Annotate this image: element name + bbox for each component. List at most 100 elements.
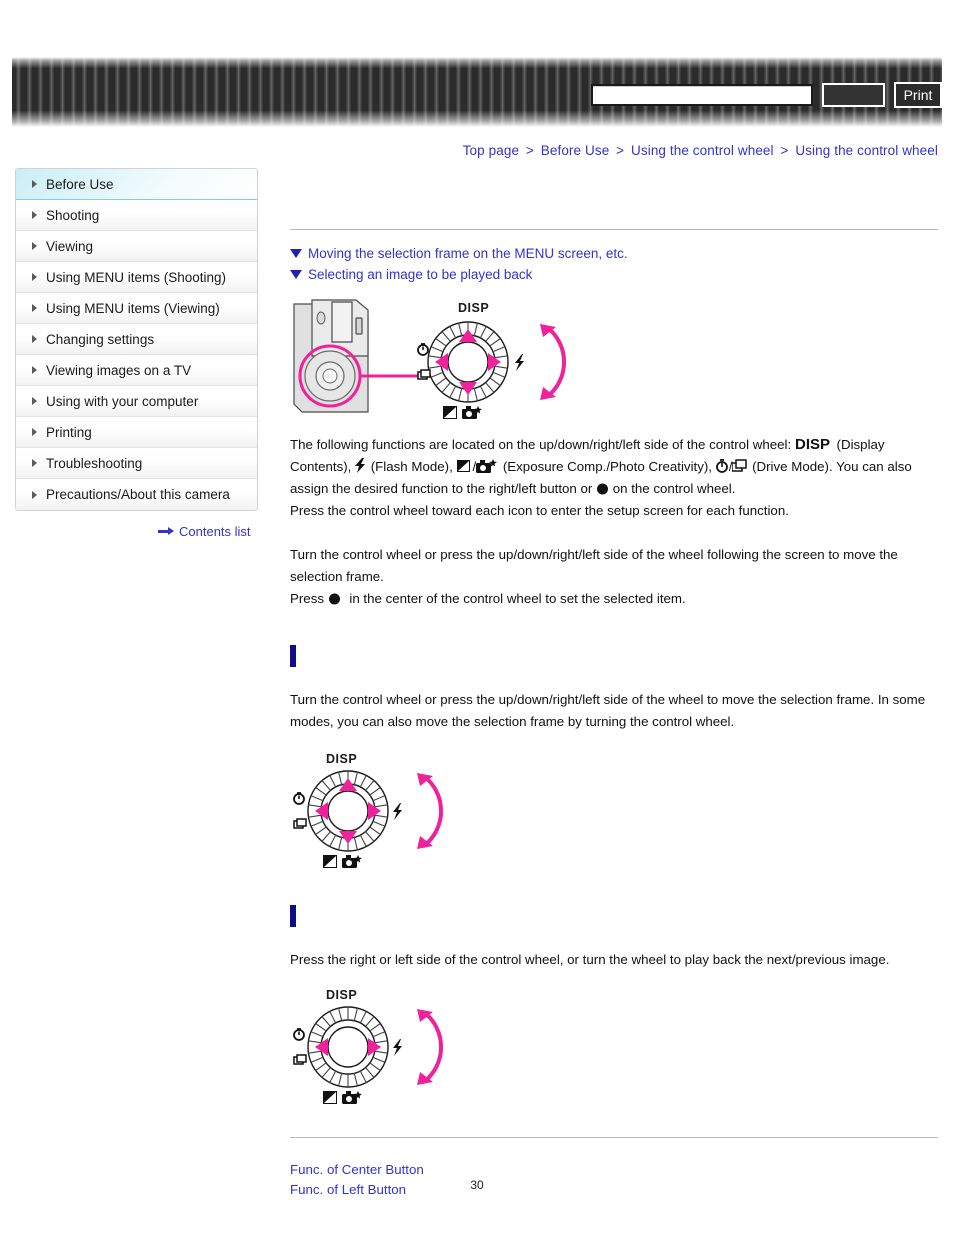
intro-paragraph-4-a: Press <box>290 591 328 606</box>
anchor-link-label: Moving the selection frame on the MENU s… <box>308 246 628 261</box>
exposure-comp-icon <box>323 1091 337 1104</box>
triangle-down-icon <box>290 270 302 279</box>
sidebar-item-printing[interactable]: Printing <box>16 417 257 448</box>
section-marker-bar <box>290 905 296 927</box>
photo-creativity-icon <box>342 855 362 868</box>
breadcrumb-item-top-page[interactable]: Top page <box>463 143 519 158</box>
intro-paragraph-4: Press in the center of the control wheel… <box>290 588 938 610</box>
drive-mode-icon <box>731 459 748 472</box>
sidebar-item-using-with-your-computer[interactable]: Using with your computer <box>16 386 257 417</box>
sidebar-item-label: Using MENU items (Viewing) <box>46 300 220 316</box>
page-number: 30 <box>470 1178 484 1192</box>
exposure-comp-icon <box>323 855 337 868</box>
sidebar-item-using-menu-items-shooting[interactable]: Using MENU items (Shooting) <box>16 262 257 293</box>
photo-creativity-icon <box>462 406 482 419</box>
breadcrumb: Top page > Before Use > Using the contro… <box>463 143 938 158</box>
anchor-link-selecting-an-image[interactable]: Selecting an image to be played back <box>290 267 938 282</box>
anchor-link-label: Selecting an image to be played back <box>308 267 533 282</box>
intro-text-a: The following functions are located on t… <box>290 437 795 452</box>
center-button-icon <box>597 483 609 495</box>
contents-list-label: Contents list <box>179 524 251 539</box>
wheel-rotation-arrow <box>423 1011 443 1083</box>
intro-text-c: (Flash Mode), <box>367 459 457 474</box>
section-1-paragraph: Turn the control wheel or press the up/d… <box>290 692 926 729</box>
drive-mode-icon <box>293 1054 307 1065</box>
self-timer-icon <box>293 792 305 805</box>
center-button-icon <box>328 593 340 605</box>
contents-list-link[interactable]: Contents list <box>158 524 251 539</box>
search-input[interactable] <box>591 84 813 106</box>
triangle-down-icon <box>290 249 302 258</box>
self-timer-icon <box>417 343 429 356</box>
intro-paragraph-1: The following functions are located on t… <box>290 434 938 500</box>
chevron-right-icon <box>32 180 37 188</box>
section-heading-selecting-an-image <box>290 905 938 927</box>
breadcrumb-item-using-the-control-wheel[interactable]: Using the control wheel <box>631 143 774 158</box>
disp-icon: DISP <box>795 436 830 453</box>
chevron-right-icon <box>32 490 37 499</box>
breadcrumb-separator: > <box>616 143 625 158</box>
sidebar-nav: Before Use Shooting Viewing Using MENU i… <box>15 168 258 511</box>
chevron-right-icon <box>32 366 37 374</box>
sidebar-item-shooting[interactable]: Shooting <box>16 200 257 231</box>
section-marker-bar <box>290 645 296 667</box>
search-button[interactable] <box>822 83 885 107</box>
intro-paragraph-3: Turn the control wheel or press the up/d… <box>290 547 898 584</box>
chevron-right-icon <box>32 242 37 250</box>
intro-text-d: (Exposure Comp./Photo Creativity), <box>499 459 716 474</box>
intro-text-f: on the control wheel. <box>609 481 736 496</box>
control-wheel-illustration-2: DISP <box>293 752 443 868</box>
sidebar-item-using-menu-items-viewing[interactable]: Using MENU items (Viewing) <box>16 293 257 324</box>
wheel-rotation-arrow <box>423 775 443 847</box>
figure-camera-and-control-wheel: DISP <box>290 296 938 426</box>
section-heading-moving-the-selection-frame <box>290 645 938 667</box>
sidebar-item-troubleshooting[interactable]: Troubleshooting <box>16 448 257 479</box>
flash-icon <box>393 803 402 820</box>
print-button[interactable]: Print <box>894 82 942 108</box>
sidebar-item-viewing[interactable]: Viewing <box>16 231 257 262</box>
anchor-link-moving-the-selection-frame[interactable]: Moving the selection frame on the MENU s… <box>290 246 938 261</box>
figure-control-wheel-selection: DISP <box>290 749 938 879</box>
sidebar-item-precautions-about-this-camera[interactable]: Precautions/About this camera <box>16 479 257 510</box>
drive-mode-icon <box>417 369 431 380</box>
chevron-right-icon <box>32 335 37 343</box>
breadcrumb-item-before-use[interactable]: Before Use <box>541 143 610 158</box>
header-controls: Print <box>591 82 942 108</box>
svg-text:DISP: DISP <box>458 301 489 315</box>
chevron-right-icon <box>32 397 37 405</box>
top-divider <box>290 229 938 230</box>
sidebar-item-label: Using with your computer <box>46 393 199 409</box>
sidebar-item-label: Shooting <box>46 207 100 223</box>
photo-creativity-icon <box>476 459 498 473</box>
breadcrumb-separator: > <box>780 143 789 158</box>
section-2-paragraph: Press the right or left side of the cont… <box>290 952 890 967</box>
photo-creativity-icon <box>342 1091 362 1104</box>
link-func-of-center-button[interactable]: Func. of Center Button <box>290 1160 938 1180</box>
anchor-link-list: Moving the selection frame on the MENU s… <box>290 246 938 282</box>
svg-text:DISP: DISP <box>326 988 357 1002</box>
sidebar-item-label: Printing <box>46 424 92 440</box>
chevron-right-icon <box>32 273 37 281</box>
figure-control-wheel-playback: DISP <box>290 985 938 1115</box>
main-content: Moving the selection frame on the MENU s… <box>290 168 938 1200</box>
intro-paragraph-4-b: in the center of the control wheel to se… <box>345 591 686 606</box>
svg-text:DISP: DISP <box>326 752 357 766</box>
flash-icon <box>515 354 524 371</box>
sidebar-item-viewing-images-on-a-tv[interactable]: Viewing images on a TV <box>16 355 257 386</box>
sidebar-item-changing-settings[interactable]: Changing settings <box>16 324 257 355</box>
intro-paragraph-2: Press the control wheel toward each icon… <box>290 503 789 518</box>
sidebar-item-label: Changing settings <box>46 331 155 347</box>
svg-text:DISP: DISP <box>795 436 830 451</box>
wheel-rotation-arrow <box>546 326 566 398</box>
sidebar-item-label: Before Use <box>46 176 114 192</box>
breadcrumb-item-current: Using the control wheel <box>795 143 938 158</box>
self-timer-icon <box>715 459 728 473</box>
sidebar-item-label: Troubleshooting <box>46 455 143 471</box>
exposure-comp-icon <box>457 460 471 472</box>
sidebar-item-label: Viewing <box>46 238 94 254</box>
bottom-divider <box>290 1137 938 1138</box>
chevron-right-icon <box>32 211 37 219</box>
sidebar-item-before-use[interactable]: Before Use <box>16 169 257 200</box>
sidebar-item-label: Precautions/About this camera <box>46 487 230 502</box>
breadcrumb-separator: > <box>525 143 534 158</box>
